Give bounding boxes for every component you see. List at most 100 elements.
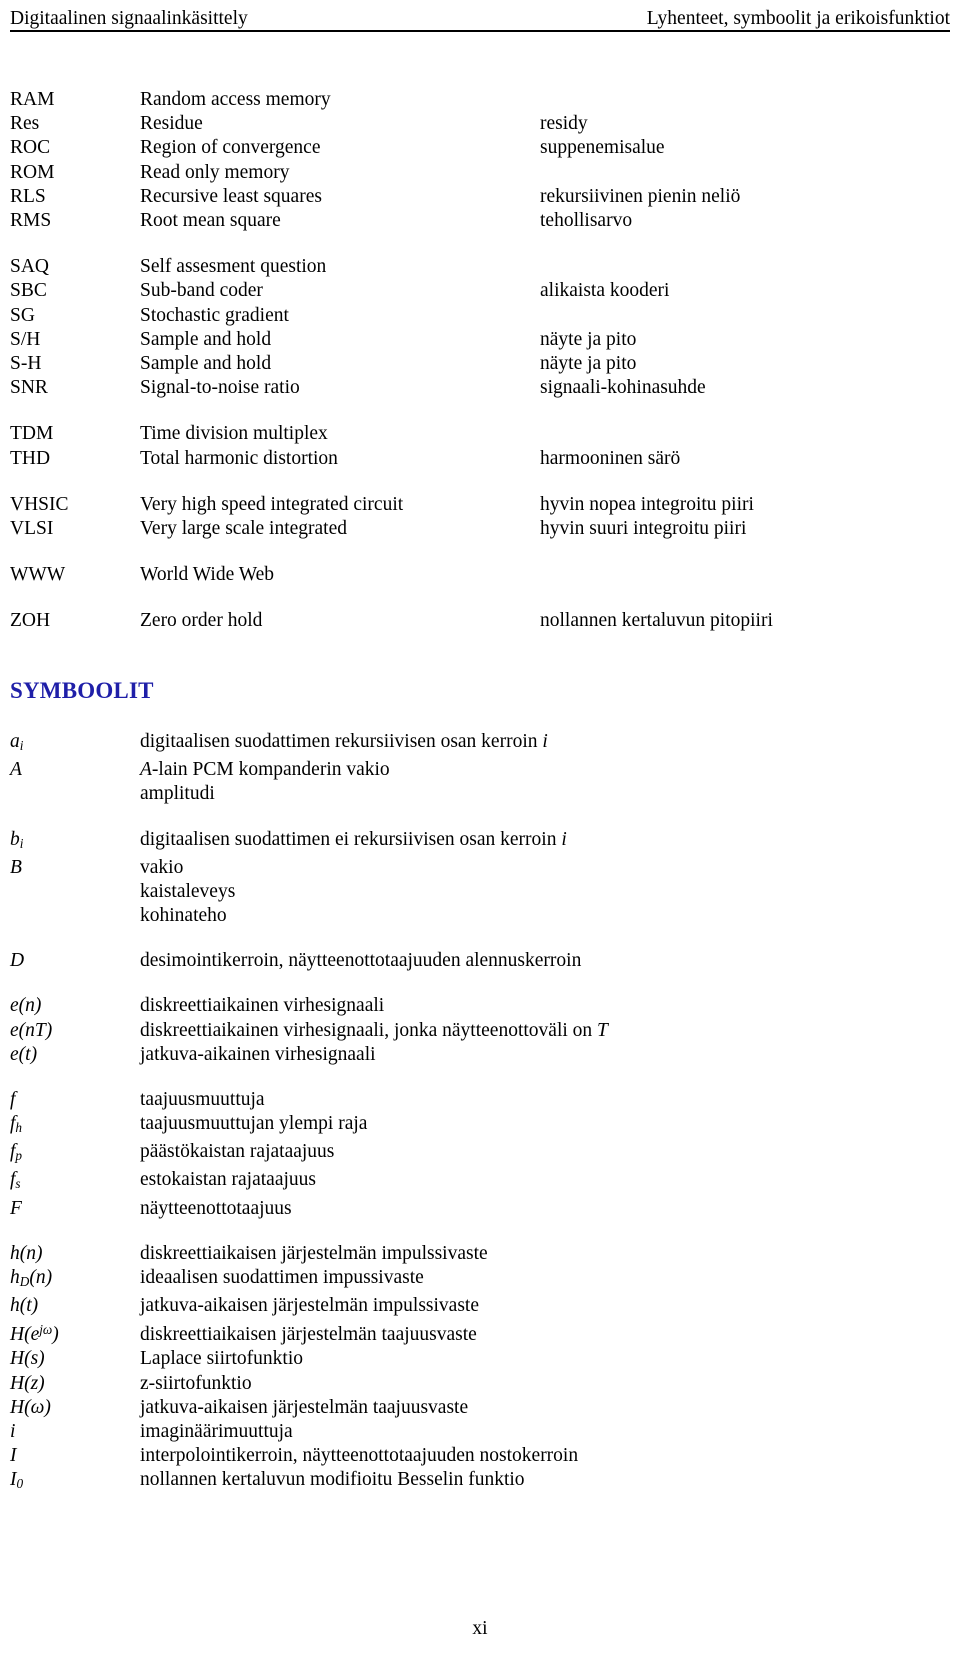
abbreviation-term: RMS (10, 210, 52, 232)
symbol-notation: F (10, 1197, 22, 1219)
symbol-notation: H(s) (10, 1348, 45, 1370)
abbreviation-term: ROM (10, 161, 55, 183)
abbreviation-term: THD (10, 447, 51, 469)
symbol-notation: h(t) (10, 1295, 39, 1317)
abbreviation-row: RLS Recursive least squares rekursiivinen … (0, 185, 960, 209)
symbol-description: estokaistan rajataajuus (140, 1169, 316, 1191)
section-heading-symboolit: SYMBOOLIT (10, 678, 154, 703)
abbreviation-term: S/H (10, 328, 41, 350)
abbreviation-finnish: harmooninen särö (540, 447, 681, 469)
symbol-notation: bi (10, 828, 24, 851)
abbreviation-group: SAQ Self assesment question SBC Sub-band co… (0, 255, 960, 400)
abbreviation-row: VLSI Very large scale integrated hyvin suu… (0, 517, 960, 541)
symbol-description: jatkuva-aikaisen järjestelmän taajuusvas… (140, 1396, 469, 1418)
abbreviation-row: SNR Signal-to-noise ratio signaali-kohinas… (0, 376, 960, 400)
symbol-description: taajuusmuuttujan ylempi raja (140, 1113, 368, 1135)
symbol-row: amplitudi (0, 782, 960, 806)
abbreviation-group: ZOH Zero order hold nollannen kertaluvun p… (0, 609, 960, 633)
symbol-row: Fnäytteenottotaajuus (0, 1197, 960, 1221)
symbol-notation (0, 904, 140, 928)
abbreviation-english: Recursive least squares (140, 185, 322, 207)
abbreviation-english: Sub-band coder (140, 280, 263, 302)
abbreviation-term: TDM (10, 423, 54, 445)
symbol-list: ai digitaalisen suodattimen rekursiivisen… (0, 730, 960, 1518)
abbreviation-english: Very high speed integrated circuit (140, 493, 404, 515)
abbreviation-english: Region of convergence (140, 137, 321, 159)
symbol-group: f taajuusmuuttuja fh taajuusmuuttujan ylemp… (0, 1088, 960, 1221)
symbol-notation: f (10, 1089, 16, 1111)
abbreviation-english: Time division multiplex (140, 423, 328, 445)
symbol-description: taajuusmuuttuja (140, 1089, 265, 1111)
abbreviation-row: ROM Read only memory (0, 161, 960, 185)
symbol-description: diskreettiaikainen virhesignaali, jonka … (140, 1019, 608, 1041)
symbol-row: f taajuusmuuttuja (0, 1088, 960, 1112)
symbol-description: ideaalisen suodattimen impussivaste (140, 1266, 424, 1288)
abbreviation-term: VLSI (10, 518, 54, 540)
symbol-notation: D (10, 950, 25, 972)
symbol-row: h(n) diskreettiaikaisen järjestelmän impu… (0, 1242, 960, 1266)
symbol-group: bi digitaalisen suodattimen ei rekursiivi… (0, 828, 960, 929)
symbol-row: hD(n) ideaalisen suodattimen impussivaste (0, 1266, 960, 1294)
symbol-row: Ddesimointikerroin, näytteenottotaajuude… (0, 949, 960, 973)
abbreviation-term: RAM (10, 89, 55, 110)
abbreviation-row: ZOH Zero order hold nollannen kertaluvun p… (0, 609, 960, 633)
abbreviation-group: RAM Random access memory Res Residue residy R… (0, 88, 960, 233)
symbol-notation: e(n) (10, 995, 42, 1017)
symbol-row: kohinateho (0, 904, 960, 928)
symbol-row: kaistaleveys (0, 880, 960, 904)
abbreviation-row: SBC Sub-band coder alikaista kooderi (0, 279, 960, 303)
abbreviation-term: SNR (10, 377, 48, 399)
symbol-description: z-siirtofunktio (140, 1372, 252, 1394)
abbreviation-english: World Wide Web (140, 564, 274, 586)
abbreviation-finnish: hyvin nopea integroitu piiri (540, 493, 754, 515)
page-header: Digitaalinen signaalinkäsittely Lyhentee… (10, 0, 950, 32)
symbol-description: desimointikerroin, näytteenottotaajuuden… (140, 950, 582, 972)
symbol-row: fh taajuusmuuttujan ylempi raja (0, 1112, 960, 1140)
abbreviation-english: Total harmonic distortion (140, 447, 338, 469)
abbreviation-row: RAM Random access memory (0, 88, 960, 112)
symbol-notation: H(ejω) (10, 1322, 59, 1346)
abbreviation-term: SAQ (10, 256, 50, 278)
abbreviation-group: VHSIC Very high speed integrated circuit h… (0, 493, 960, 541)
symbol-row: e(nT) diskreettiaikainen virhesignaali, j… (0, 1019, 960, 1043)
symbol-row: i imaginäärimuuttuja (0, 1420, 960, 1444)
abbreviation-row: ROC Region of convergence suppenemisalue (0, 136, 960, 160)
symbol-row: e(n) diskreettiaikainen virhesignaali (0, 994, 960, 1018)
abbreviation-finnish: residy (540, 113, 588, 135)
symbol-row: fp päästökaistan rajataajuus (0, 1140, 960, 1168)
symbol-notation (0, 880, 140, 904)
symbol-description: näytteenottotaajuus (140, 1197, 292, 1219)
symbol-description: interpolointikerroin, näytteenottotaajuu… (140, 1445, 579, 1467)
symbol-row: e(t) jatkuva-aikainen virhesignaali (0, 1043, 960, 1067)
symbol-notation: i (10, 1421, 16, 1443)
symbol-row: Bvakio (0, 856, 960, 880)
symbol-notation: H(z) (10, 1372, 45, 1394)
abbreviation-term: SBC (10, 280, 47, 302)
symbol-description: amplitudi (140, 783, 215, 805)
symbol-notation: I (10, 1445, 17, 1467)
symbol-row: H(ω) jatkuva-aikaisen järjestelmän taajuu… (0, 1396, 960, 1420)
symbol-notation: hD(n) (10, 1266, 53, 1289)
symbol-notation: ai (10, 731, 24, 753)
document-page: Digitaalinen signaalinkäsittely Lyhentee… (0, 0, 960, 1658)
abbreviation-finnish: suppenemisalue (540, 137, 665, 159)
abbreviation-finnish: näyte ja pito (540, 328, 637, 350)
symbol-description: diskreettiaikaisen järjestelmän impulssi… (140, 1242, 488, 1264)
symbol-notation (0, 782, 140, 806)
symbol-group: h(n) diskreettiaikaisen järjestelmän impu… (0, 1242, 960, 1497)
symbol-description: kohinateho (140, 905, 227, 927)
symbol-description: päästökaistan rajataajuus (140, 1141, 335, 1163)
abbreviation-row: TDM Time division multiplex (0, 422, 960, 446)
symbol-notation: h(n) (10, 1242, 43, 1264)
symbol-row: I0 nollannen kertaluvun modifioitu Bessel… (0, 1468, 960, 1496)
abbreviation-group: WWW World Wide Web (0, 563, 960, 587)
abbreviation-english: Read only memory (140, 161, 290, 183)
symbol-row: H(ejω) diskreettiaikaisen järjestelmän ta… (0, 1318, 960, 1347)
abbreviation-english: Random access memory (140, 89, 331, 110)
symbol-group: ai digitaalisen suodattimen rekursiivisen… (0, 730, 960, 807)
symbol-notation: A (10, 759, 22, 781)
abbreviation-term: RLS (10, 185, 46, 207)
symbol-description: jatkuva-aikaisen järjestelmän impulssiva… (140, 1295, 479, 1317)
symbol-description: imaginäärimuuttuja (140, 1421, 293, 1443)
abbreviation-term: VHSIC (10, 493, 69, 515)
